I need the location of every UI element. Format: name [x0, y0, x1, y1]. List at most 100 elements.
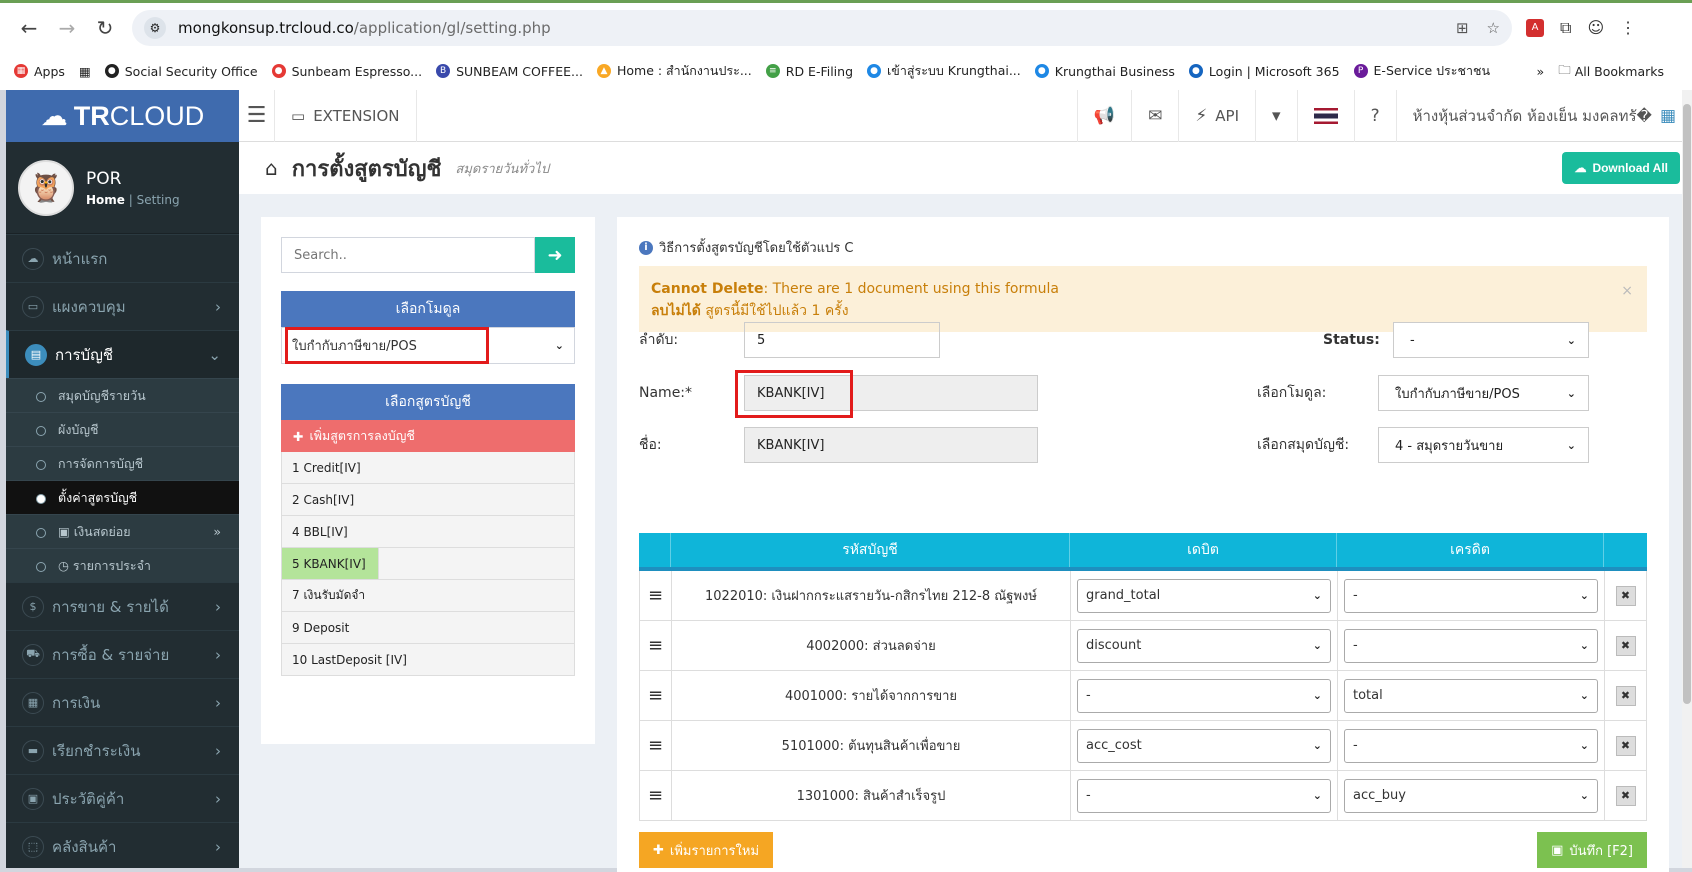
sidebar-item-home[interactable]: ☁ หน้าแรก — [6, 234, 239, 282]
submenu-account-management[interactable]: การจัดการบัญชี — [6, 446, 239, 480]
submenu-formula-settings[interactable]: ตั้งค่าสูตรบัญชี — [6, 480, 239, 514]
bookmark-item[interactable]: ● Social Security Office — [104, 64, 258, 79]
pdf-extension-icon[interactable]: A — [1526, 18, 1544, 37]
sidebar-item-billing[interactable]: ▬ เรียกชำระเงิน › — [6, 726, 239, 774]
profile-icon[interactable]: ☺ — [1587, 18, 1604, 37]
forward-icon[interactable]: → — [48, 16, 86, 40]
formula-item[interactable]: 1 Credit[IV] — [281, 452, 575, 484]
drag-handle-icon[interactable]: ≡ — [640, 771, 672, 820]
add-formula-button[interactable]: ✚ เพิ่มสูตรการลงบัญชี — [281, 420, 575, 452]
mail-icon[interactable]: ✉ — [1131, 89, 1178, 142]
bookmark-item[interactable]: ● Sunbeam Espresso... — [271, 64, 422, 79]
drag-handle-icon[interactable]: ≡ — [640, 571, 672, 620]
status-select[interactable]: - ⌄ — [1393, 322, 1589, 358]
crumb-home[interactable]: Home — [86, 193, 125, 207]
submenu-petty-cash[interactable]: ▣ เงินสดย่อย» — [6, 514, 239, 548]
sidebar-item-dashboard[interactable]: ▭ แผงควบคุม › — [6, 282, 239, 330]
delete-row-icon[interactable]: ✖ — [1615, 585, 1636, 606]
delete-row-icon[interactable]: ✖ — [1615, 735, 1636, 756]
add-row-button[interactable]: ✚ เพิ่มรายการใหม่ — [639, 832, 774, 868]
sidebar-item-sales[interactable]: $ การขาย & รายได้ › — [6, 582, 239, 630]
col-credit: เครดิต — [1337, 533, 1604, 567]
site-info-icon[interactable]: ⚙ — [144, 16, 166, 39]
bookmark-item[interactable]: ● Krungthai Business — [1034, 64, 1175, 79]
col-debit: เดบิต — [1070, 533, 1337, 567]
url-path: /application/gl/setting.php — [353, 18, 551, 37]
formula-item[interactable]: 9 Deposit — [281, 612, 575, 644]
credit-select[interactable]: - ⌄ — [1344, 728, 1598, 763]
debit-select[interactable]: - ⌄ — [1077, 678, 1331, 713]
credit-select[interactable]: total ⌄ — [1344, 678, 1598, 713]
debit-select[interactable]: - ⌄ — [1077, 778, 1331, 813]
module-select-right[interactable]: ใบกำกับภาษีขาย/POS ⌄ — [1378, 375, 1589, 411]
submenu-recurring[interactable]: ◷ รายการประจำ — [6, 548, 239, 582]
formula-item[interactable]: 7 เงินรับมัดจำ — [281, 580, 575, 612]
language-flag[interactable] — [1296, 89, 1354, 142]
drag-handle-icon[interactable]: ≡ — [640, 671, 672, 720]
submenu-chart-of-accounts[interactable]: ผังบัญชี — [6, 412, 239, 446]
download-all-button[interactable]: ☁ Download All — [1562, 152, 1680, 184]
bookmark-apps[interactable]: ▦ Apps — [14, 64, 65, 79]
formula-item[interactable]: 4 BBL[IV] — [281, 516, 575, 548]
debit-select[interactable]: acc_cost ⌄ — [1077, 728, 1331, 763]
bookmark-item[interactable]: P E-Service ประชาชน — [1353, 61, 1490, 81]
company-menu[interactable]: ห้างหุ้นส่วนจำกัด ห้องเย็น มงคลทรั� ▦ — [1395, 89, 1692, 142]
reload-icon[interactable]: ↻ — [86, 16, 124, 40]
search-input[interactable] — [281, 237, 535, 273]
account-cell: 4002000: ส่วนลดจ่าย — [672, 621, 1071, 670]
back-icon[interactable]: ← — [10, 16, 48, 40]
module-select[interactable]: ใบกำกับภาษีขาย/POS ⌄ — [281, 327, 575, 364]
sidebar-item-purchases[interactable]: ⛟ การซื้อ & รายจ่าย › — [6, 630, 239, 678]
delete-row-icon[interactable]: ✖ — [1615, 685, 1636, 706]
thai-name-input[interactable]: KBANK[IV] — [744, 427, 1038, 463]
debit-select[interactable]: discount ⌄ — [1077, 628, 1331, 663]
drag-handle-icon[interactable]: ≡ — [640, 721, 672, 770]
bookmark-item[interactable]: ≡ RD E-Filing — [765, 64, 853, 79]
help-icon[interactable]: ? — [1353, 89, 1396, 142]
caret-down-icon[interactable]: ▾ — [1255, 89, 1297, 142]
sidebar-item-accounting[interactable]: ▤ การบัญชี ⌄ — [6, 330, 239, 378]
bookmark-item[interactable]: B SUNBEAM COFFEE... — [436, 64, 583, 79]
formula-item[interactable]: 10 LastDeposit [IV] — [281, 644, 575, 676]
trcloud-logo[interactable]: ☁ TR CLOUD — [6, 90, 239, 142]
close-icon[interactable]: × — [1621, 280, 1633, 302]
bookmarks-overflow-icon[interactable]: » — [1537, 64, 1545, 79]
crumb-setting[interactable]: Setting — [137, 193, 180, 207]
page-scrollbar[interactable] — [1682, 90, 1692, 868]
sidebar-item-finance[interactable]: ▦ การเงิน › — [6, 678, 239, 726]
plug-icon: ⚡ — [1195, 105, 1208, 126]
bookmark-item[interactable]: ● เข้าสู่ระบบ Krungthai... — [867, 61, 1021, 81]
sidebar-item-inventory[interactable]: ⬚ คลังสินค้า › — [6, 822, 239, 870]
credit-select[interactable]: acc_buy ⌄ — [1344, 778, 1598, 813]
sidebar-item-partners[interactable]: ▣ ประวัติคู่ค้า › — [6, 774, 239, 822]
star-icon[interactable]: ☆ — [1487, 19, 1500, 37]
book-select[interactable]: 4 - สมุดรายวันขาย ⌄ — [1378, 427, 1589, 463]
formula-item[interactable]: 2 Cash[IV] — [281, 484, 575, 516]
home-icon[interactable]: ⌂ — [265, 156, 278, 180]
hamburger-icon[interactable]: ☰ — [239, 89, 275, 142]
extensions-icon[interactable]: ⧉ — [1560, 18, 1571, 38]
submenu-journal[interactable]: สมุดบัญชีรายวัน — [6, 378, 239, 412]
delete-row-icon[interactable]: ✖ — [1615, 635, 1636, 656]
bookmark-item[interactable]: ● Login | Microsoft 365 — [1188, 64, 1340, 79]
cash-icon: ▣ — [58, 524, 74, 539]
credit-select[interactable]: - ⌄ — [1344, 578, 1598, 613]
credit-select[interactable]: - ⌄ — [1344, 628, 1598, 663]
all-bookmarks[interactable]: 🗀 All Bookmarks — [1558, 61, 1664, 82]
debit-select[interactable]: grand_total ⌄ — [1077, 578, 1331, 613]
order-input[interactable]: 5 — [744, 322, 940, 358]
api-button[interactable]: ⚡ API — [1178, 89, 1255, 142]
translate-icon[interactable]: ⊞ — [1456, 19, 1469, 37]
drag-handle-icon[interactable]: ≡ — [640, 621, 672, 670]
info-link[interactable]: i วิธีการตั้งสูตรบัญชีโดยใช้ตัวแปร C — [639, 237, 1647, 258]
formula-item-selected[interactable]: 5 KBANK[IV] — [281, 548, 379, 580]
address-bar[interactable]: ⚙ mongkonsup.trcloud.co /application/gl/… — [132, 9, 1512, 46]
search-go-button[interactable]: ➜ — [535, 237, 575, 273]
menu-kebab-icon[interactable]: ⋮ — [1620, 18, 1636, 37]
bookmark-grid-icon[interactable]: ▦ — [79, 64, 91, 79]
bookmark-item[interactable]: ▲ Home : สำนักงานประ... — [596, 61, 752, 81]
delete-row-icon[interactable]: ✖ — [1615, 785, 1636, 806]
megaphone-icon[interactable]: 📢 — [1076, 89, 1131, 142]
save-button[interactable]: ▣ บันทึก [F2] — [1537, 832, 1647, 868]
extension-button[interactable]: ▭ EXTENSION — [275, 89, 417, 142]
